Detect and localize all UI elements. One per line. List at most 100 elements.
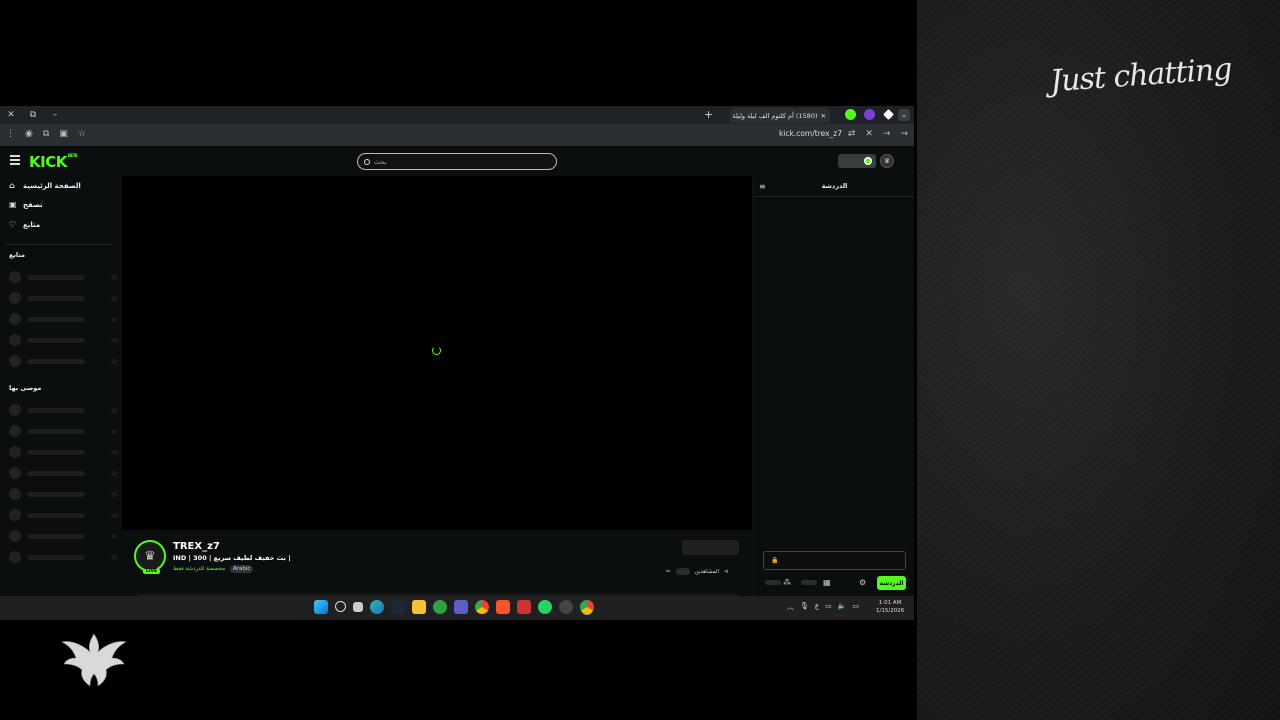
- chrome-active-icon[interactable]: [580, 600, 594, 614]
- battery-icon[interactable]: ▭: [852, 602, 859, 612]
- back-icon[interactable]: →: [900, 129, 908, 139]
- follow-button-placeholder: [682, 540, 739, 555]
- badge-placeholder: [765, 580, 781, 585]
- sidebar-item-browse[interactable]: ▣ تصفح: [0, 196, 118, 216]
- close-window-button[interactable]: ✕: [0, 106, 22, 124]
- share-icon[interactable]: ⋖: [724, 569, 729, 575]
- hamburger-menu-icon[interactable]: [10, 155, 20, 167]
- kick-logo[interactable]: KICKBETA: [29, 153, 78, 171]
- chrome-icon[interactable]: [475, 600, 489, 614]
- emote-icon[interactable]: ⁂: [783, 578, 791, 587]
- site-settings-icon[interactable]: ⇄: [848, 129, 856, 139]
- taskbar-apps: [314, 600, 594, 614]
- twitch-tab-icon[interactable]: [864, 109, 875, 120]
- obs-icon[interactable]: [559, 600, 573, 614]
- file-explorer-icon[interactable]: [412, 600, 426, 614]
- close-tab-icon[interactable]: ✕: [821, 112, 826, 120]
- search-input[interactable]: بحث: [357, 153, 557, 170]
- channel-placeholder: [0, 505, 118, 526]
- stream-title: IND | 300 | بث خفيف لطيف سريع |: [173, 554, 291, 562]
- streamer-avatar[interactable]: ♛: [134, 540, 166, 572]
- chat-header: ≡ الدردشة: [754, 176, 914, 197]
- browser-window: ✕ ⧉ – + ✕ (1580) أم كلثوم الف ليلة وليلة…: [0, 106, 914, 620]
- forward-icon[interactable]: →: [883, 129, 891, 139]
- browse-icon: ▣: [9, 200, 17, 210]
- extension-tab-icon[interactable]: [883, 109, 894, 120]
- chat-settings-gear-icon[interactable]: ⚙: [859, 578, 866, 587]
- restore-window-button[interactable]: ⧉: [22, 106, 44, 124]
- chat-footer: ⁂ ▦ ⚙ الدردشة: [763, 576, 906, 590]
- theme-toggle[interactable]: [838, 154, 876, 168]
- badge-placeholder: [801, 580, 817, 585]
- bookmark-star-icon[interactable]: ☆: [78, 129, 86, 139]
- clip-icon[interactable]: ✂: [666, 569, 671, 575]
- stop-icon[interactable]: ✕: [865, 129, 873, 139]
- channel-placeholder: [0, 484, 118, 505]
- viewers-label: المشاهدين: [694, 568, 720, 575]
- chat-panel: ≡ الدردشة 🔒 ⁂ ▦ ⚙ الدردشة: [753, 176, 914, 596]
- teams-icon[interactable]: [454, 600, 468, 614]
- heart-icon: ♡: [9, 219, 17, 229]
- volume-icon[interactable]: 🔈: [838, 602, 847, 612]
- tab-youtube[interactable]: ✕ (1580) أم كلثوم الف ليلة وليلة: [730, 108, 830, 123]
- video-player[interactable]: [122, 176, 752, 530]
- tray-expand-icon[interactable]: ︿: [787, 602, 794, 612]
- viewer-count-placeholder: [675, 568, 690, 575]
- sidebar-item-following[interactable]: ♡ متابع: [0, 215, 118, 235]
- search-icon[interactable]: [335, 601, 346, 612]
- clock-date: 1/15/2026: [876, 608, 905, 614]
- streamer-name[interactable]: TREX_z7: [173, 541, 220, 552]
- chat-title: الدردشة: [821, 182, 848, 190]
- search-icon: [364, 158, 370, 165]
- profile-icon[interactable]: ◉: [25, 129, 33, 139]
- whatsapp-icon[interactable]: [538, 600, 552, 614]
- stream-overlay-panel: [917, 0, 1280, 720]
- language-indicator[interactable]: ع: [815, 602, 819, 612]
- sidebar-item-label: الصفحة الرئيسية: [23, 181, 81, 190]
- app-icon[interactable]: [517, 600, 531, 614]
- microphone-icon[interactable]: 🎙: [800, 602, 809, 612]
- chat-input[interactable]: 🔒: [763, 551, 906, 570]
- channel-placeholder: [0, 421, 118, 442]
- channel-placeholder: [0, 288, 118, 309]
- lock-icon: 🔒: [771, 557, 779, 564]
- eagle-logo-icon: [61, 633, 127, 687]
- sidebar-item-home[interactable]: ⌂ الصفحة الرئيسية: [0, 176, 118, 196]
- stream-info: ♛ LIVE TREX_z7 IND | 300 | بث خفيف لطيف …: [134, 540, 754, 585]
- chat-send-button[interactable]: الدردشة: [877, 576, 906, 590]
- pinned-tabs: [845, 109, 894, 120]
- loading-spinner-icon: [432, 346, 441, 355]
- channel-placeholder: [0, 400, 118, 421]
- recommended-section-title: موصى بها: [9, 383, 42, 392]
- url-field[interactable]: kick.com/trex_z7: [779, 129, 842, 138]
- menu-icon[interactable]: ⋮: [6, 129, 15, 139]
- gift-icon[interactable]: ▦: [823, 578, 831, 587]
- brave-icon[interactable]: [496, 600, 510, 614]
- stream-category[interactable]: مخصصة للدردشة فقط: [173, 566, 225, 572]
- windows-start-icon[interactable]: [314, 600, 328, 614]
- kick-page: KICKBETA بحث ♛ ⌂ الصفحة الرئيسية ▣ تصفح: [0, 146, 914, 620]
- xbox-icon[interactable]: [433, 600, 447, 614]
- search-placeholder: بحث: [374, 157, 387, 166]
- clock[interactable]: 1:01 AM 1/15/2026: [876, 599, 904, 615]
- channel-placeholder: [0, 463, 118, 484]
- new-tab-button[interactable]: +: [704, 108, 713, 121]
- steam-icon[interactable]: [391, 600, 405, 614]
- user-avatar[interactable]: ♛: [880, 154, 894, 168]
- tab-search-button[interactable]: ⌄: [898, 109, 910, 121]
- channel-placeholder: [0, 309, 118, 330]
- home-icon: ⌂: [9, 180, 15, 190]
- minimize-window-button[interactable]: –: [44, 106, 66, 124]
- language-tag[interactable]: Arabic: [230, 565, 254, 573]
- task-view-icon[interactable]: [353, 602, 363, 612]
- channel-placeholder: [0, 351, 118, 372]
- following-section-title: متابع: [9, 250, 25, 259]
- edge-icon[interactable]: [370, 600, 384, 614]
- channel-placeholder: [0, 442, 118, 463]
- viewer-count: ✂ المشاهدين ⋖: [666, 568, 729, 575]
- channel-placeholder: [0, 547, 118, 568]
- network-icon[interactable]: ▭: [825, 602, 832, 612]
- downloads-icon[interactable]: ▣: [59, 129, 68, 139]
- kick-tab-icon[interactable]: [845, 109, 856, 120]
- extensions-icon[interactable]: ⧉: [43, 129, 49, 139]
